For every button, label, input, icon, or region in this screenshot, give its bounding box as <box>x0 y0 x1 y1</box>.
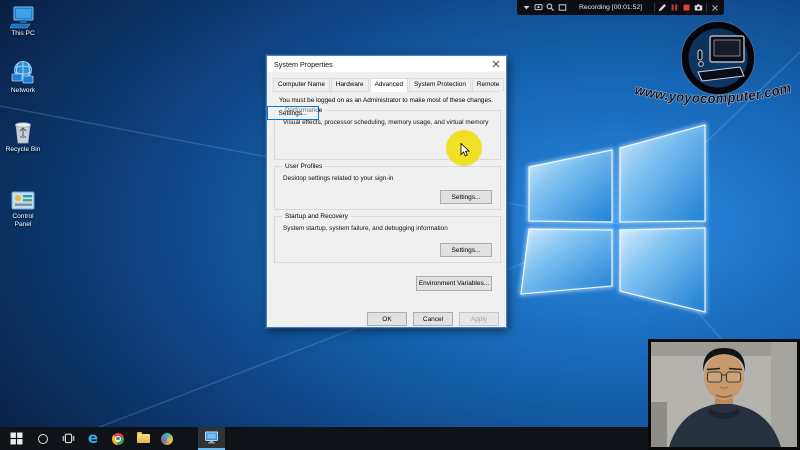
desktop-icon-label: This PC <box>1 30 45 38</box>
dialog-footer: OK Cancel Apply <box>367 312 499 326</box>
tab-computer-name[interactable]: Computer Name <box>273 78 330 91</box>
cortana-icon <box>38 434 48 444</box>
startup-recovery-group: Startup and Recovery System startup, sys… <box>274 216 501 263</box>
dialog-title: System Properties <box>274 60 333 69</box>
start-button[interactable] <box>4 427 28 450</box>
desktop-icon-label: Recycle Bin <box>1 146 45 154</box>
webcam-overlay <box>648 339 800 450</box>
dialog-close-icon[interactable] <box>486 56 506 72</box>
windows-logo-icon <box>10 432 23 445</box>
system-window-icon <box>204 431 219 444</box>
desktop-icon-control-panel[interactable]: Control Panel <box>1 190 45 228</box>
dialog-titlebar[interactable]: System Properties <box>267 56 506 72</box>
group-title: Startup and Recovery <box>282 213 351 220</box>
group-description: System startup, system failure, and debu… <box>283 225 494 232</box>
admin-notice: You must be logged on as an Administrato… <box>279 97 500 104</box>
this-pc-icon <box>1 5 45 29</box>
recorder-app-icon <box>161 433 173 445</box>
recording-status: Recording [00:01:52] <box>570 4 651 11</box>
network-icon <box>1 60 45 86</box>
control-panel-icon <box>1 190 45 212</box>
screenshot-camera-icon[interactable] <box>694 3 703 12</box>
startup-recovery-settings-button[interactable]: Settings... <box>440 243 492 257</box>
pause-icon[interactable] <box>670 3 679 12</box>
toolbar-divider <box>706 3 707 12</box>
task-view-icon <box>62 433 75 444</box>
ok-button[interactable]: OK <box>367 312 407 326</box>
apply-button: Apply <box>459 312 499 326</box>
webcam-video <box>651 342 797 447</box>
file-explorer-button[interactable] <box>131 427 155 450</box>
panel-dropdown-icon[interactable] <box>522 3 531 12</box>
chrome-button[interactable] <box>106 427 130 450</box>
desktop-icon-label: Control Panel <box>8 213 38 228</box>
tab-system-protection[interactable]: System Protection <box>409 78 471 91</box>
user-profiles-settings-button[interactable]: Settings... <box>440 190 492 204</box>
zoom-icon[interactable] <box>546 3 555 12</box>
chrome-icon <box>112 433 124 445</box>
group-title: User Profiles <box>282 163 325 170</box>
environment-variables-button[interactable]: Environment Variables... <box>416 276 492 291</box>
toolbar-divider <box>654 3 655 12</box>
performance-settings-button[interactable]: Settings... <box>267 106 319 120</box>
recycle-bin-icon <box>1 119 45 145</box>
desktop-icon-this-pc[interactable]: This PC <box>1 5 45 38</box>
desktop-icon-network[interactable]: Network <box>1 60 45 95</box>
mouse-cursor <box>460 143 470 157</box>
file-explorer-icon <box>137 434 150 443</box>
task-view-button[interactable] <box>56 427 80 450</box>
system-properties-dialog: System Properties Computer Name Hardware… <box>266 55 507 328</box>
webcam-icon[interactable] <box>534 3 543 12</box>
fullscreen-icon[interactable] <box>558 3 567 12</box>
recording-toolbar: Recording [00:01:52] <box>517 0 724 15</box>
draw-pencil-icon[interactable] <box>658 3 667 12</box>
system-properties-taskbar-button[interactable] <box>198 427 225 450</box>
cancel-button[interactable]: Cancel <box>413 312 453 326</box>
recorder-app-button[interactable] <box>155 427 179 450</box>
user-profiles-group: User Profiles Desktop settings related t… <box>274 166 501 210</box>
tab-remote[interactable]: Remote <box>472 78 504 91</box>
toolbar-close-icon[interactable] <box>710 3 719 12</box>
cortana-button[interactable] <box>31 427 55 450</box>
edge-icon: e <box>88 431 98 446</box>
desktop-icon-recycle-bin[interactable]: Recycle Bin <box>1 119 45 154</box>
group-description: Desktop settings related to your sign-in <box>283 175 494 182</box>
edge-button[interactable]: e <box>81 427 105 450</box>
dialog-tab-strip: Computer Name Hardware Advanced System P… <box>273 77 500 92</box>
tab-hardware[interactable]: Hardware <box>331 78 369 91</box>
group-description: Visual effects, processor scheduling, me… <box>283 119 494 126</box>
desktop: Recording [00:01:52] <box>0 0 800 450</box>
tab-advanced[interactable]: Advanced <box>370 78 408 92</box>
desktop-icon-label: Network <box>1 87 45 95</box>
stop-record-icon[interactable] <box>682 3 691 12</box>
